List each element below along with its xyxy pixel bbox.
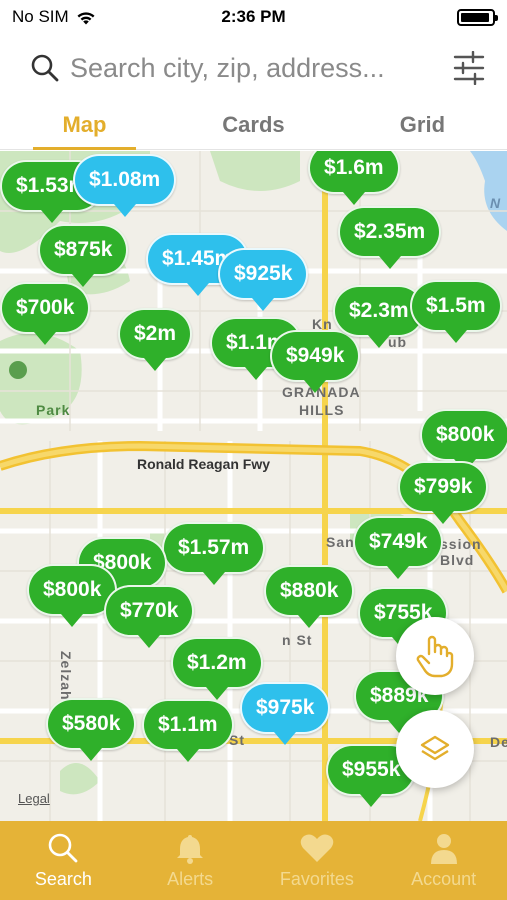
map-view[interactable]: GRANADA HILLS Ronald Reagan Fwy Park San… xyxy=(0,151,507,821)
heart-icon xyxy=(300,831,334,865)
search-icon xyxy=(31,54,59,82)
nav-label: Favorites xyxy=(279,869,354,889)
price-pin[interactable]: $580k xyxy=(46,698,137,761)
nav-account[interactable]: Account xyxy=(380,821,507,900)
price-pin[interactable]: $1.5m xyxy=(410,280,502,343)
map-label-san: San xyxy=(326,534,355,550)
price-pin[interactable]: $800k xyxy=(420,409,507,472)
map-label-zelzah: Zelzah xyxy=(58,651,74,701)
battery-icon xyxy=(457,8,498,26)
tab-map[interactable]: Map xyxy=(0,100,169,150)
tab-cards[interactable]: Cards xyxy=(169,100,338,149)
person-icon xyxy=(427,831,461,865)
view-tabs: Map Cards Grid xyxy=(0,100,507,150)
tab-grid[interactable]: Grid xyxy=(338,100,507,149)
price-pin[interactable]: $2.35m xyxy=(338,206,442,269)
search-input[interactable] xyxy=(70,52,453,84)
price-pin[interactable]: $799k xyxy=(398,461,489,524)
price-pin[interactable]: $880k xyxy=(264,565,355,628)
price-pin[interactable]: $770k xyxy=(104,585,195,648)
map-layers-button[interactable] xyxy=(396,710,474,788)
price-pin[interactable]: $875k xyxy=(38,224,129,287)
map-label-hills: HILLS xyxy=(299,402,345,418)
map-label-st1: n St xyxy=(282,632,313,648)
map-label-de: De xyxy=(490,734,507,750)
legal-link[interactable]: Legal xyxy=(18,791,50,806)
price-pin[interactable]: $1.57m xyxy=(162,522,266,585)
hand-pointer-icon xyxy=(416,635,454,678)
price-pin[interactable]: $925k xyxy=(218,248,309,311)
filter-sliders-icon[interactable] xyxy=(453,51,485,85)
price-pin[interactable]: $975k xyxy=(240,682,331,745)
map-label-park: Park xyxy=(36,402,71,418)
price-pin[interactable]: $949k xyxy=(270,330,361,393)
nav-label: Account xyxy=(411,869,477,889)
road-label-freeway: Ronald Reagan Fwy xyxy=(137,456,271,472)
draw-search-button[interactable] xyxy=(396,617,474,695)
nav-alerts[interactable]: Alerts xyxy=(127,821,254,900)
price-pin[interactable]: $1.08m xyxy=(73,154,177,217)
map-label-north: N xyxy=(490,195,502,211)
carrier-label: No SIM xyxy=(12,7,69,26)
price-pin[interactable]: $700k xyxy=(0,282,91,345)
bell-icon xyxy=(173,831,207,865)
nav-search[interactable]: Search xyxy=(0,821,127,900)
map-label-blvd: ssion Blvd xyxy=(440,536,482,568)
price-pin[interactable]: $1.1m xyxy=(142,699,234,762)
price-pin[interactable]: $1.2m xyxy=(171,637,263,700)
price-pin[interactable]: $1.6m xyxy=(308,151,400,205)
bottom-nav: Search Alerts Favorites Account xyxy=(0,821,507,900)
nav-label: Alerts xyxy=(167,869,214,889)
wifi-icon xyxy=(77,11,95,24)
nav-favorites[interactable]: Favorites xyxy=(254,821,381,900)
price-pin[interactable]: $2m xyxy=(118,308,193,371)
search-bar xyxy=(0,40,507,96)
layers-icon xyxy=(420,735,450,761)
nav-label: Search xyxy=(34,869,92,889)
search-icon xyxy=(46,831,80,865)
status-bar: No SIM 2:36 PM xyxy=(0,0,507,34)
price-pin[interactable]: $749k xyxy=(353,516,444,579)
status-left: No SIM xyxy=(12,7,97,27)
